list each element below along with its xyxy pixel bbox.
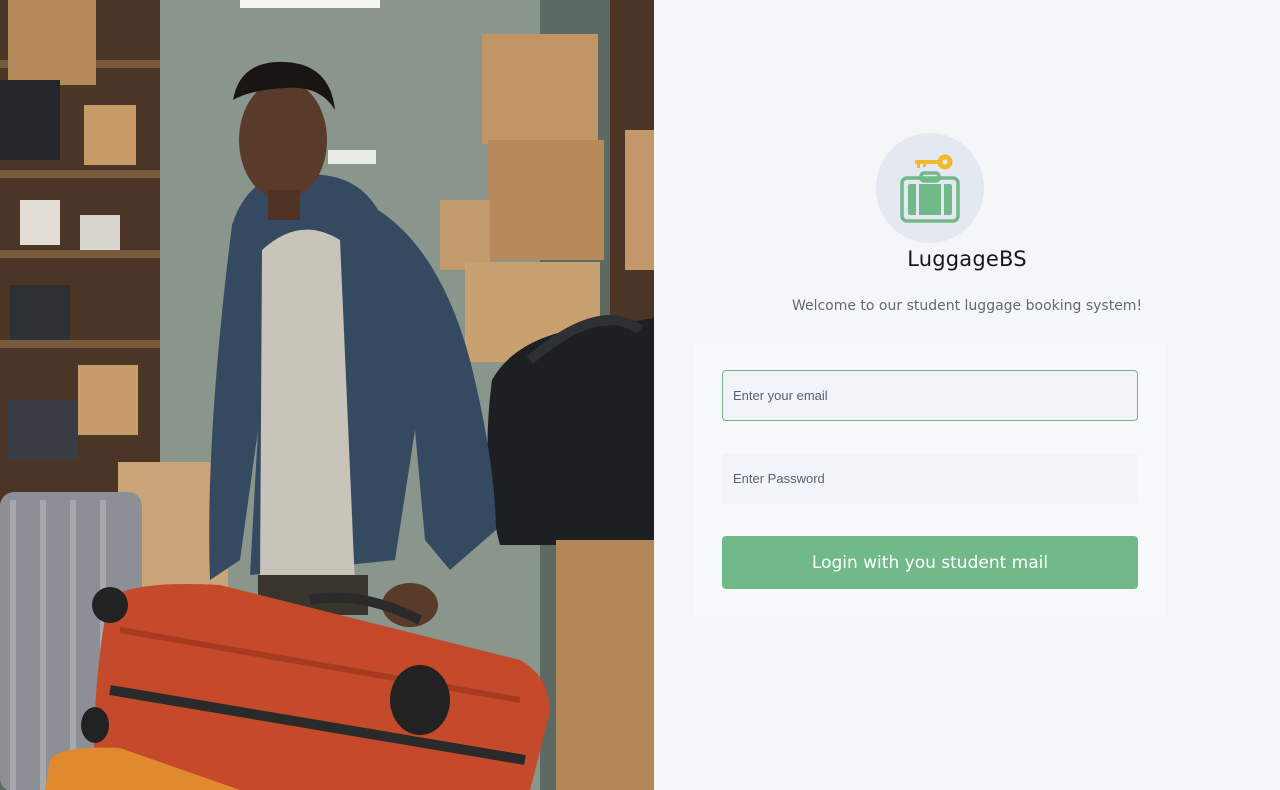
login-panel: LuggageBS Welcome to our student luggage… [654, 0, 1280, 790]
luggage-key-icon [900, 154, 960, 223]
welcome-message: Welcome to our student luggage booking s… [791, 298, 1143, 314]
login-button[interactable]: Login with you student mail [722, 536, 1138, 589]
hero-photo [0, 0, 654, 790]
brand-name: LuggageBS [907, 247, 1027, 271]
logo [876, 133, 984, 243]
login-form: Login with you student mail [695, 343, 1166, 616]
password-field[interactable] [722, 453, 1138, 504]
email-field[interactable] [722, 370, 1138, 421]
